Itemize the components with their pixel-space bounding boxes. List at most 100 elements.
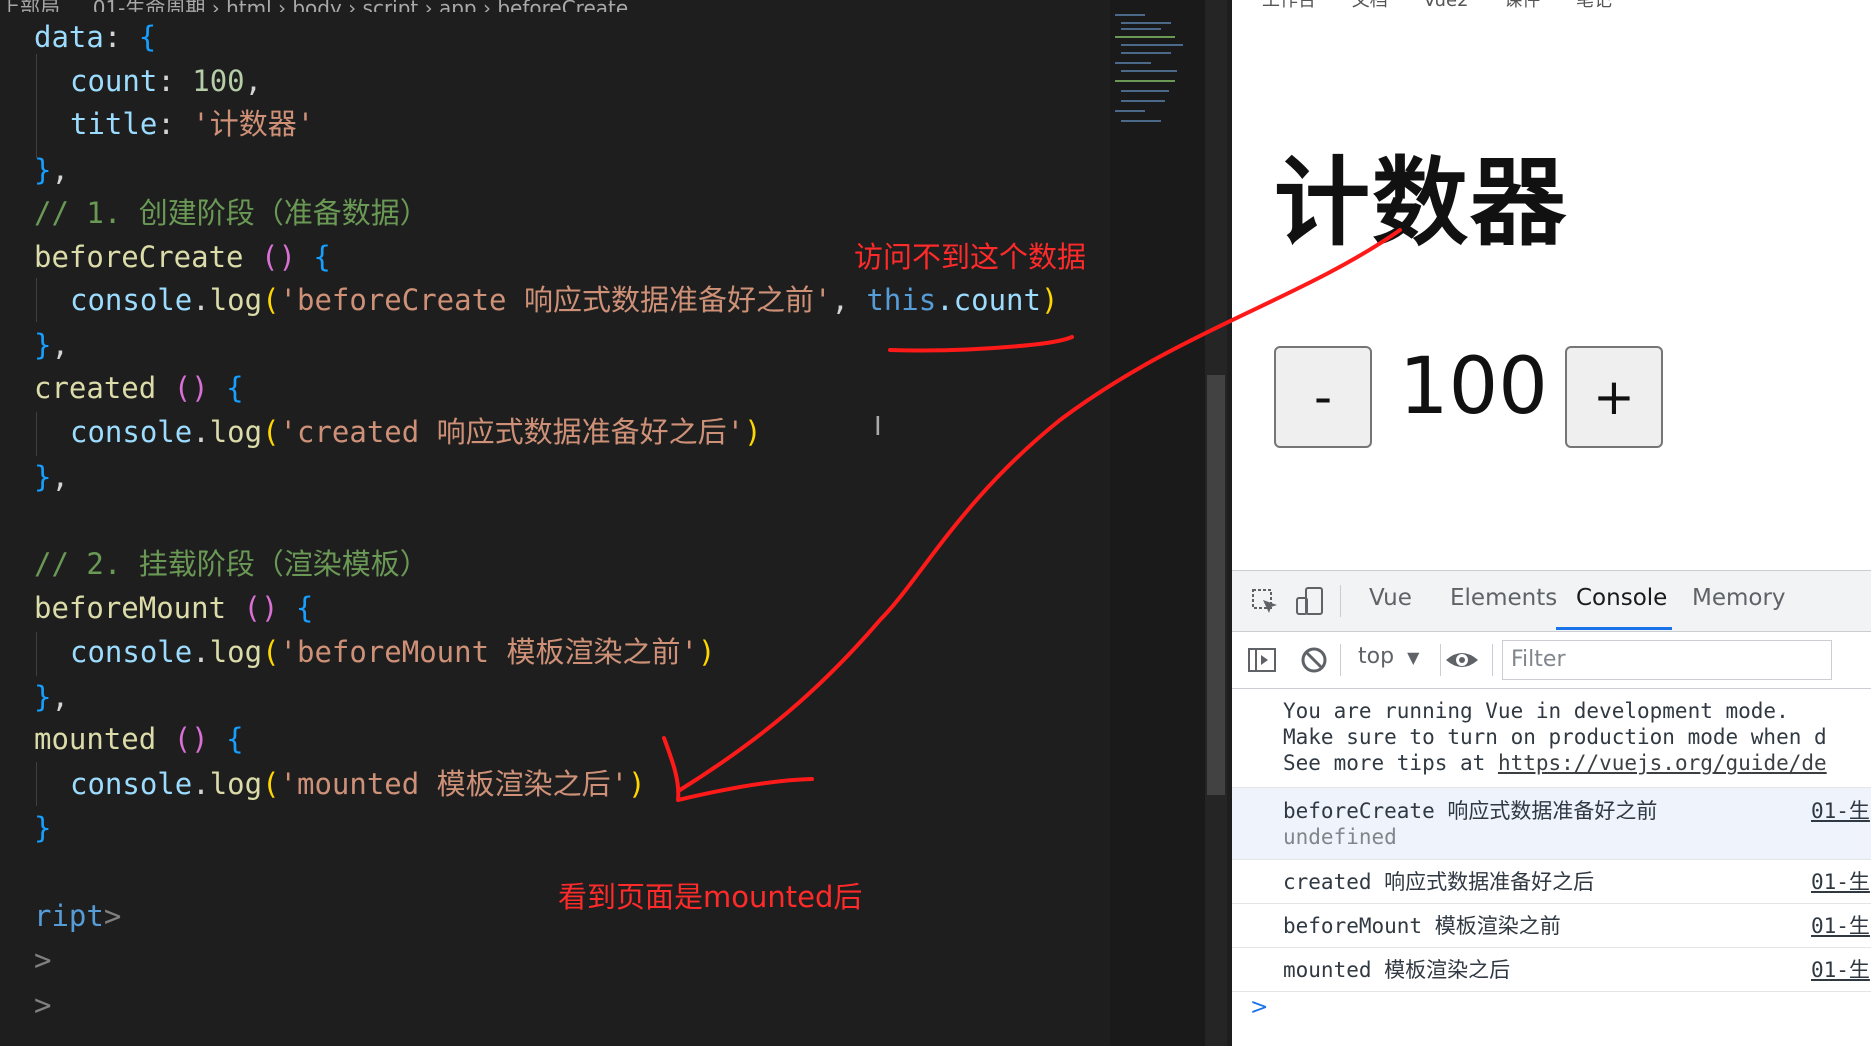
code-token: ( xyxy=(262,283,280,317)
console-toolbar: top ▼ Filter xyxy=(1232,632,1871,689)
code-line: }, xyxy=(34,457,69,497)
code-line: } xyxy=(34,808,51,848)
bookmark-item[interactable]: 课件 xyxy=(1504,0,1540,11)
code-token: beforeMount xyxy=(34,591,227,625)
code-token: log xyxy=(209,283,263,317)
code-token: this xyxy=(866,283,937,317)
code-token: '计数器' xyxy=(192,107,315,141)
console-value: undefined xyxy=(1283,825,1397,849)
text-cursor-icon: I xyxy=(874,412,882,442)
code-line: beforeCreate () { xyxy=(34,237,331,277)
code-line: mounted () { xyxy=(34,719,244,759)
code-token: . xyxy=(192,767,210,801)
source-link[interactable]: 01-生 xyxy=(1811,798,1870,824)
tab-memory[interactable]: Memory xyxy=(1692,585,1786,611)
source-link[interactable]: 01-生 xyxy=(1811,957,1870,983)
code-token: // 1. 创建阶段（准备数据） xyxy=(34,196,429,230)
increment-button[interactable]: + xyxy=(1565,346,1663,448)
console-text: created 响应式数据准备好之后 xyxy=(1283,870,1595,894)
code-line: console.log('beforeMount 模板渲染之前') xyxy=(70,632,715,672)
clear-console-icon[interactable] xyxy=(1298,644,1330,676)
code-token: { xyxy=(278,591,314,625)
code-line: > xyxy=(34,940,51,980)
bookmark-item[interactable]: 文档 xyxy=(1352,0,1388,11)
bookmarks-bar: 工作台 文档 Vue2 课件 笔记 xyxy=(1232,0,1871,11)
divider xyxy=(1340,585,1341,617)
code-editor[interactable]: 上部局 … 01-生命周期 › html › body › script › a… xyxy=(0,0,1110,1046)
tab-vue[interactable]: Vue xyxy=(1369,585,1412,611)
annotation-note: 访问不到这个数据 xyxy=(854,240,1087,274)
context-selector[interactable]: top ▼ xyxy=(1358,644,1419,669)
code-token: ) xyxy=(744,415,762,449)
code-token: data xyxy=(34,20,104,54)
console-text: See more tips at https://vuejs.org/guide… xyxy=(1283,750,1827,776)
console-text: See more tips at xyxy=(1283,751,1498,775)
inspect-element-icon[interactable] xyxy=(1250,587,1280,617)
context-selector-label: top xyxy=(1358,644,1395,669)
code-token: , xyxy=(831,283,867,317)
breadcrumb[interactable]: 上部局 … 01-生命周期 › html › body › script › a… xyxy=(0,0,1110,12)
code-token: console xyxy=(70,415,193,449)
code-token: : xyxy=(103,20,139,54)
code-token: mounted xyxy=(34,722,157,756)
console-filter-input[interactable]: Filter xyxy=(1502,640,1832,680)
console-message: beforeMount 模板渲染之前 01-生 xyxy=(1232,904,1871,948)
live-expression-eye-icon[interactable] xyxy=(1444,646,1480,674)
bookmark-item[interactable]: 工作台 xyxy=(1262,0,1316,11)
source-link[interactable]: 01-生 xyxy=(1811,869,1870,895)
code-line: > xyxy=(34,985,51,1025)
code-line: console.log('mounted 模板渲染之后') xyxy=(70,764,646,804)
code-token: { xyxy=(138,20,157,54)
code-token: 'beforeMount 模板渲染之前' xyxy=(279,635,698,669)
annotation-note: 看到页面是mounted后 xyxy=(558,880,863,914)
source-link[interactable]: 01-生 xyxy=(1811,913,1870,939)
bookmark-item[interactable]: Vue2 xyxy=(1423,0,1468,11)
code-token: } xyxy=(34,811,52,845)
console-text: beforeMount 模板渲染之前 xyxy=(1283,914,1561,938)
console-message: You are running Vue in development mode.… xyxy=(1232,688,1871,788)
tab-console[interactable]: Console xyxy=(1576,585,1667,611)
code-token: 'created 响应式数据准备好之后' xyxy=(279,415,745,449)
code-token: { xyxy=(208,371,244,405)
code-token: console xyxy=(70,635,193,669)
tab-elements[interactable]: Elements xyxy=(1450,585,1557,611)
docs-link[interactable]: https://vuejs.org/guide/de xyxy=(1498,751,1827,775)
console-text: You are running Vue in development mode. xyxy=(1283,699,1789,723)
console-text: Make sure to turn on production mode whe… xyxy=(1283,725,1827,749)
decrement-button[interactable]: - xyxy=(1274,346,1372,448)
code-token: ( xyxy=(262,635,280,669)
code-token: // 2. 挂载阶段（渲染模板） xyxy=(34,547,429,581)
bookmark-item[interactable]: 笔记 xyxy=(1576,0,1612,11)
console-message: mounted 模板渲染之后 01-生 xyxy=(1232,948,1871,992)
indent-guide xyxy=(36,54,37,158)
code-token: , xyxy=(51,153,69,187)
sidebar-toggle-icon[interactable] xyxy=(1246,644,1278,676)
code-token: { xyxy=(208,722,244,756)
code-token: ( xyxy=(262,767,280,801)
code-token: ) xyxy=(697,635,716,669)
code-token: , xyxy=(51,680,69,714)
code-token: } xyxy=(34,680,52,714)
console-text: mounted 模板渲染之后 xyxy=(1283,958,1511,982)
dropdown-arrow-icon: ▼ xyxy=(1407,648,1420,667)
code-token: 'beforeCreate 响应式数据准备好之前' xyxy=(279,283,832,317)
editor-scrollbar-thumb[interactable] xyxy=(1207,375,1225,795)
minimap[interactable] xyxy=(1110,0,1205,1046)
code-line: count: 100, xyxy=(70,61,262,101)
counter-value: 100 xyxy=(1399,342,1548,432)
code-token: log xyxy=(209,635,263,669)
code-token: > xyxy=(103,899,122,933)
code-token: , xyxy=(51,460,69,494)
code-token: created xyxy=(34,371,157,405)
device-toolbar-icon[interactable] xyxy=(1294,585,1326,617)
code-token: ) xyxy=(1040,283,1059,317)
minimap-preview xyxy=(1115,10,1185,140)
console-prompt-icon[interactable]: > xyxy=(1250,995,1268,1020)
code-token: () xyxy=(243,591,279,625)
code-token: . xyxy=(192,415,210,449)
divider xyxy=(1440,644,1441,676)
code-token: { xyxy=(295,240,331,274)
indent-guide xyxy=(36,632,37,676)
